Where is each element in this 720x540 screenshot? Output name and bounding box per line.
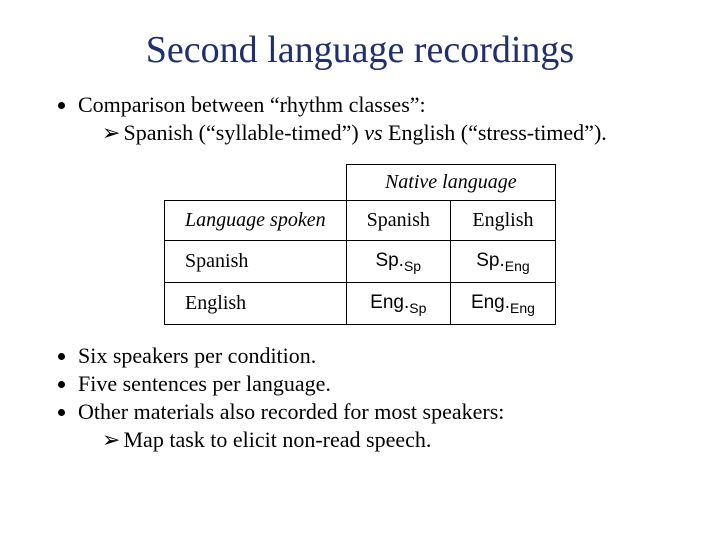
cell-main: Eng.	[471, 292, 510, 313]
bullet-sentences: Five sentences per language.	[78, 371, 670, 397]
conditions-table: Native language Language spoken Spanish …	[164, 164, 556, 325]
table-row: Spanish Sp.Sp Sp.Eng	[165, 241, 556, 283]
table-wrap: Native language Language spoken Spanish …	[50, 164, 670, 325]
arrow-icon: ➢	[102, 427, 118, 453]
col-spanish: Spanish	[346, 201, 450, 241]
corner-cell	[165, 165, 347, 201]
row-english-label: English	[165, 283, 347, 325]
col-english: English	[450, 201, 555, 241]
table-row: Language spoken Spanish English	[165, 201, 556, 241]
cell-sub: Sp	[404, 258, 421, 274]
table-row: Native language	[165, 165, 556, 201]
bullet-speakers: Six speakers per condition.	[78, 343, 670, 369]
bullet-text: Other materials also recorded for most s…	[78, 399, 504, 424]
slide: Second language recordings Comparison be…	[0, 0, 720, 540]
cell-sp-eng: Sp.Eng	[450, 241, 555, 283]
bullet-text: Comparison between “rhythm classes”:	[78, 92, 426, 117]
page-title: Second language recordings	[50, 28, 670, 72]
cell-main: Eng.	[370, 292, 409, 313]
sub-bullet: ➢ Spanish (“syllable-timed”) vs English …	[102, 120, 670, 146]
cell-eng-sp: Eng.Sp	[346, 283, 450, 325]
top-bullets: Comparison between “rhythm classes”: ➢ S…	[50, 92, 670, 146]
bullet-comparison: Comparison between “rhythm classes”: ➢ S…	[78, 92, 670, 146]
cell-main: Sp.	[375, 250, 404, 271]
bullet-materials: Other materials also recorded for most s…	[78, 399, 670, 453]
sub-bullet: ➢ Map task to elicit non-read speech.	[102, 427, 670, 453]
table-row: English Eng.Sp Eng.Eng	[165, 283, 556, 325]
sub-text-vs: vs	[364, 120, 382, 145]
bottom-bullets: Six speakers per condition. Five sentenc…	[50, 343, 670, 453]
cell-main: Sp.	[476, 250, 505, 271]
cell-sub: Sp	[409, 300, 426, 316]
arrow-icon: ➢	[102, 120, 118, 146]
sub-text-a: Spanish (“syllable-timed”)	[124, 120, 365, 145]
cell-sub: Eng	[505, 258, 530, 274]
row-header-label: Language spoken	[165, 201, 347, 241]
cell-sp-sp: Sp.Sp	[346, 241, 450, 283]
row-spanish-label: Spanish	[165, 241, 347, 283]
sub-text: Map task to elicit non-read speech.	[124, 427, 432, 452]
sub-text-b: English (“stress-timed”).	[383, 120, 607, 145]
native-language-header: Native language	[346, 165, 555, 201]
cell-sub: Eng	[510, 300, 535, 316]
cell-eng-eng: Eng.Eng	[450, 283, 555, 325]
